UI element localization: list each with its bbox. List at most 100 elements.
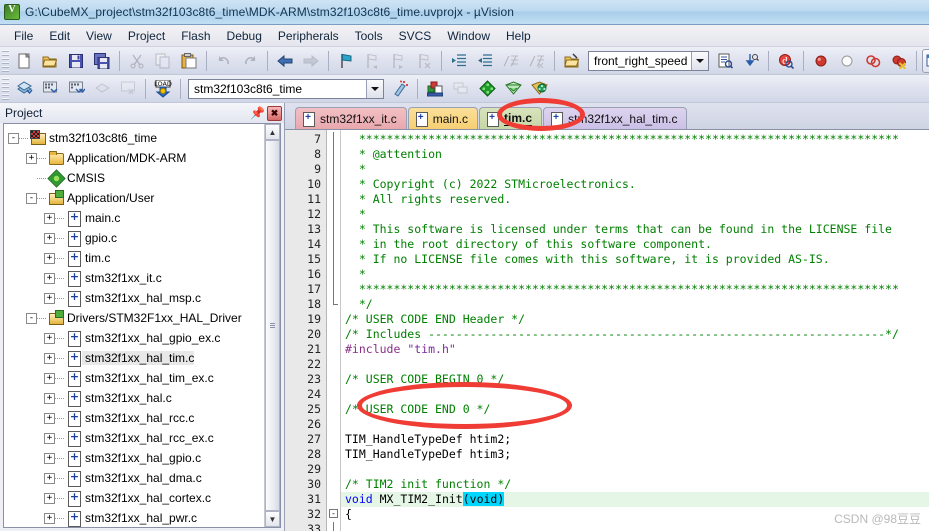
expand-toggle-icon[interactable]: + (26, 152, 37, 164)
fold-row[interactable] (327, 357, 340, 372)
fold-row[interactable] (327, 132, 340, 147)
source-code-text[interactable]: ****************************************… (341, 130, 929, 531)
tree-item-label[interactable]: stm32f1xx_hal_tim.c (82, 351, 195, 365)
fold-row[interactable] (327, 492, 340, 507)
options-for-target-icon[interactable] (423, 77, 447, 101)
tree-item[interactable]: + stm32f1xx_hal_tim.c (8, 348, 264, 368)
undo-icon[interactable] (212, 49, 236, 73)
menu-project[interactable]: Project (120, 27, 173, 45)
fold-row[interactable] (327, 237, 340, 252)
menu-svcs[interactable]: SVCS (391, 27, 440, 45)
uncomment-selection-icon[interactable]: // (525, 49, 549, 73)
tree-item[interactable]: + stm32f1xx_hal.c (8, 388, 264, 408)
comment-selection-icon[interactable]: // (499, 49, 523, 73)
expand-toggle-icon[interactable]: + (44, 392, 55, 404)
expand-toggle-icon[interactable]: + (44, 252, 55, 264)
expand-toggle-icon[interactable]: + (44, 272, 55, 284)
find-in-files-icon[interactable] (713, 49, 737, 73)
menu-window[interactable]: Window (439, 27, 498, 45)
code-line[interactable]: /* USER CODE END 0 */ (341, 402, 929, 417)
tree-item-label[interactable]: Drivers/STM32F1xx_HAL_Driver (64, 311, 242, 325)
code-line[interactable]: * If no LICENSE file comes with this sof… (341, 252, 929, 267)
fold-row[interactable] (327, 252, 340, 267)
project-tree-scrollbar[interactable]: ▲ ▼ (264, 124, 280, 527)
expand-toggle-icon[interactable]: + (44, 292, 55, 304)
code-line[interactable]: TIM_HandleTypeDef htim2; (341, 432, 929, 447)
tree-item[interactable]: + main.c (8, 208, 264, 228)
code-line[interactable]: /* Includes ----------------------------… (341, 327, 929, 342)
tree-item-label[interactable]: stm32f1xx_hal_gpio_ex.c (82, 331, 220, 345)
target-select-combo[interactable]: stm32f103c8t6_time (188, 78, 384, 99)
tree-item-label[interactable]: stm32f1xx_hal.c (82, 391, 172, 405)
tree-item[interactable]: - stm32f103c8t6_time (8, 128, 264, 148)
code-line[interactable]: TIM_HandleTypeDef htim3; (341, 447, 929, 462)
fold-row[interactable] (327, 207, 340, 222)
fold-row[interactable] (327, 327, 340, 342)
code-line[interactable] (341, 417, 929, 432)
code-line[interactable]: void MX_TIM2_Init(void) (341, 492, 929, 507)
tree-item[interactable]: + stm32f1xx_hal_tim_ex.c (8, 368, 264, 388)
pin-icon[interactable]: 📌 (250, 106, 265, 121)
symbol-search-value[interactable]: front_right_speed (589, 54, 691, 68)
debug-session-icon[interactable]: d (774, 49, 798, 73)
code-line[interactable]: * All rights reserved. (341, 192, 929, 207)
code-line[interactable]: * (341, 162, 929, 177)
tree-item-label[interactable]: stm32f103c8t6_time (46, 131, 157, 145)
insert-bookmark-icon[interactable] (334, 49, 358, 73)
fold-collapse-icon[interactable]: - (329, 509, 338, 518)
code-line[interactable]: * in the root directory of this software… (341, 237, 929, 252)
fold-row[interactable] (327, 147, 340, 162)
tree-item-label[interactable]: Application/MDK-ARM (64, 151, 186, 165)
open-folder-icon[interactable] (560, 49, 584, 73)
pack-installer-icon[interactable] (501, 77, 525, 101)
tree-item[interactable]: + stm32f1xx_hal_dma.c (8, 468, 264, 488)
disable-breakpoint-icon[interactable] (835, 49, 859, 73)
fold-row[interactable] (327, 162, 340, 177)
code-line[interactable]: /* USER CODE BEGIN 0 */ (341, 372, 929, 387)
code-line[interactable]: * (341, 267, 929, 282)
save-all-icon[interactable] (90, 49, 114, 73)
tree-item[interactable]: + Application/MDK-ARM (8, 148, 264, 168)
tree-item[interactable]: + gpio.c (8, 228, 264, 248)
tree-item-label[interactable]: gpio.c (82, 231, 117, 245)
fold-row[interactable] (327, 282, 340, 297)
editor-tab[interactable]: main.c (407, 107, 479, 129)
fold-row[interactable] (327, 462, 340, 477)
download-to-flash-icon[interactable]: LOAD (151, 77, 175, 101)
translate-icon[interactable] (12, 77, 36, 101)
configure-target-wizard-icon[interactable] (388, 77, 412, 101)
new-file-icon[interactable] (12, 49, 36, 73)
project-tree[interactable]: - stm32f103c8t6_time + Application/MDK-ARM C… (4, 124, 264, 527)
code-folding-column[interactable]: - (327, 130, 341, 531)
collapse-toggle-icon[interactable]: - (26, 312, 37, 324)
cut-icon[interactable] (125, 49, 149, 73)
software-packs-icon[interactable] (527, 77, 551, 101)
tree-item[interactable]: + tim.c (8, 248, 264, 268)
previous-bookmark-icon[interactable] (360, 49, 384, 73)
build-target-icon[interactable] (38, 77, 62, 101)
tree-item[interactable]: CMSIS (8, 168, 264, 188)
expand-toggle-icon[interactable]: + (44, 332, 55, 344)
tree-item-label[interactable]: stm32f1xx_hal_tim_ex.c (82, 371, 214, 385)
tree-item-label[interactable]: stm32f1xx_hal_dma.c (82, 471, 202, 485)
tree-item-label[interactable]: stm32f1xx_hal_pwr.c (82, 511, 197, 525)
close-icon[interactable]: ✖ (267, 105, 282, 121)
menu-file[interactable]: File (6, 27, 41, 45)
indent-icon[interactable] (447, 49, 471, 73)
tree-item-label[interactable]: main.c (82, 211, 120, 225)
editor-tab[interactable]: tim.c (479, 107, 543, 129)
tree-item-label[interactable]: stm32f1xx_it.c (82, 271, 162, 285)
toolbar-grip[interactable] (2, 49, 9, 72)
clear-bookmarks-icon[interactable] (412, 49, 436, 73)
expand-toggle-icon[interactable]: + (44, 492, 55, 504)
fold-row[interactable] (327, 267, 340, 282)
batch-build-icon[interactable] (90, 77, 114, 101)
incremental-find-icon[interactable] (739, 49, 763, 73)
collapse-toggle-icon[interactable]: - (26, 192, 37, 204)
chevron-down-icon[interactable] (366, 79, 383, 98)
outdent-icon[interactable] (473, 49, 497, 73)
code-line[interactable] (341, 462, 929, 477)
fold-row[interactable] (327, 477, 340, 492)
tree-item[interactable]: + stm32f1xx_hal_rcc.c (8, 408, 264, 428)
expand-toggle-icon[interactable]: + (44, 432, 55, 444)
